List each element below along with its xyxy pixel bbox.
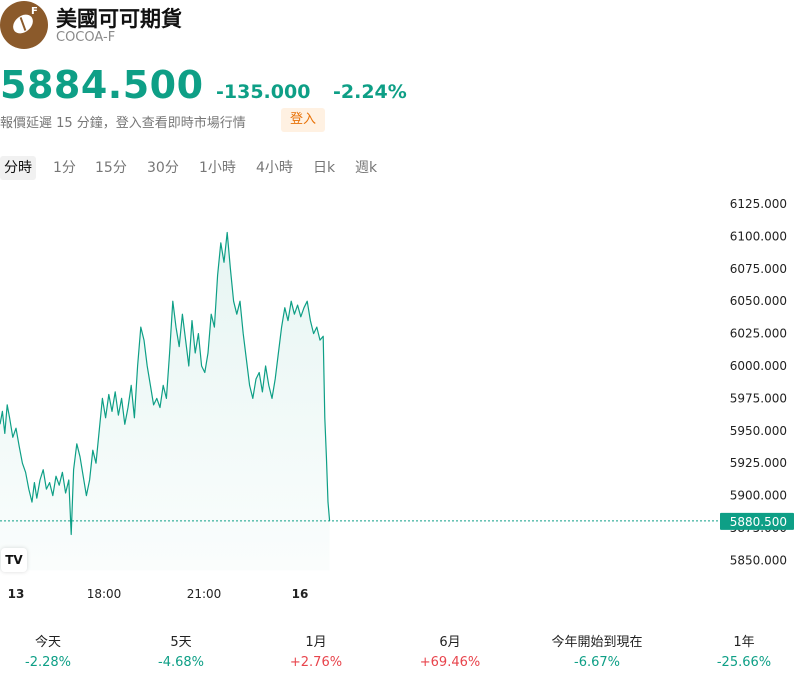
futures-badge: F — [31, 6, 38, 17]
perf-1month: 1月 +2.76% — [268, 634, 364, 672]
y-tick-label: 5975.000 — [730, 391, 787, 405]
y-tick-label: 6050.000 — [730, 294, 787, 308]
price-change: -135.000 — [216, 81, 311, 103]
price-area-fill — [0, 232, 330, 571]
last-price-label: 5880.500 — [730, 515, 787, 529]
x-tick-label: 16 — [292, 587, 309, 601]
tab-15min[interactable]: 15分 — [95, 156, 127, 180]
perf-label: 5天 — [170, 635, 192, 650]
y-tick-label: 6125.000 — [730, 197, 787, 211]
perf-ytd: 今年開始到現在 -6.67% — [537, 634, 657, 672]
tab-4hour[interactable]: 4小時 — [256, 156, 293, 180]
tab-weekly[interactable]: 週k — [355, 156, 377, 180]
perf-value: -25.66% — [716, 655, 772, 670]
perf-value: -2.28% — [25, 655, 71, 670]
perf-6month: 6月 +69.46% — [402, 634, 498, 672]
y-tick-label: 6100.000 — [730, 229, 787, 243]
perf-label: 6月 — [439, 635, 461, 650]
y-tick-label: 5850.000 — [730, 553, 787, 567]
perf-value: -4.68% — [158, 655, 204, 670]
perf-label: 今年開始到現在 — [551, 635, 643, 650]
current-price: 5884.500 — [0, 63, 204, 107]
perf-1year: 1年 -25.66% — [696, 634, 792, 672]
perf-value: +69.46% — [419, 655, 481, 670]
y-tick-label: 6075.000 — [730, 262, 787, 276]
price-chart[interactable]: 6125.000 6100.000 6075.000 6050.000 6025.000… — [0, 190, 800, 610]
y-tick-label: 5950.000 — [730, 424, 787, 438]
perf-label: 今天 — [34, 635, 61, 650]
y-tick-label: 5925.000 — [730, 456, 787, 470]
tab-30min[interactable]: 30分 — [147, 156, 179, 180]
tab-daily[interactable]: 日k — [313, 156, 335, 180]
interval-tabs: 分時 1分 15分 30分 1小時 4小時 日k 週k — [0, 156, 420, 180]
cocoa-bean-icon: F — [0, 1, 48, 49]
login-button[interactable]: 登入 — [281, 108, 325, 132]
x-tick-label: 13 — [8, 587, 25, 601]
tab-intraday[interactable]: 分時 — [0, 156, 36, 180]
header: F 美國可可期貨 COCOA-F — [0, 0, 800, 50]
y-tick-label: 6025.000 — [730, 327, 787, 341]
perf-label: 1月 — [305, 635, 327, 650]
y-tick-label: 5900.000 — [730, 489, 787, 503]
perf-value: -6.67% — [574, 655, 620, 670]
performance-summary: 今天 -2.28% 5天 -4.68% 1月 +2.76% 6月 +69.46%… — [0, 634, 800, 674]
ticker-symbol: COCOA-F — [56, 30, 116, 45]
tab-1min[interactable]: 1分 — [53, 156, 76, 180]
delay-notice: 報價延遲 15 分鐘，登入查看即時市場行情 — [0, 116, 246, 131]
perf-5day: 5天 -4.68% — [133, 634, 229, 672]
x-tick-label: 18:00 — [87, 587, 122, 601]
price-change-percent: -2.24% — [333, 81, 407, 103]
tradingview-logo[interactable]: TV — [1, 548, 27, 572]
perf-value: +2.76% — [289, 655, 343, 670]
perf-label: 1年 — [733, 635, 755, 650]
y-tick-label: 6000.000 — [730, 359, 787, 373]
x-tick-label: 21:00 — [187, 587, 222, 601]
tab-1hour[interactable]: 1小時 — [199, 156, 236, 180]
perf-today: 今天 -2.28% — [0, 634, 96, 672]
page-title: 美國可可期貨 — [56, 7, 182, 31]
